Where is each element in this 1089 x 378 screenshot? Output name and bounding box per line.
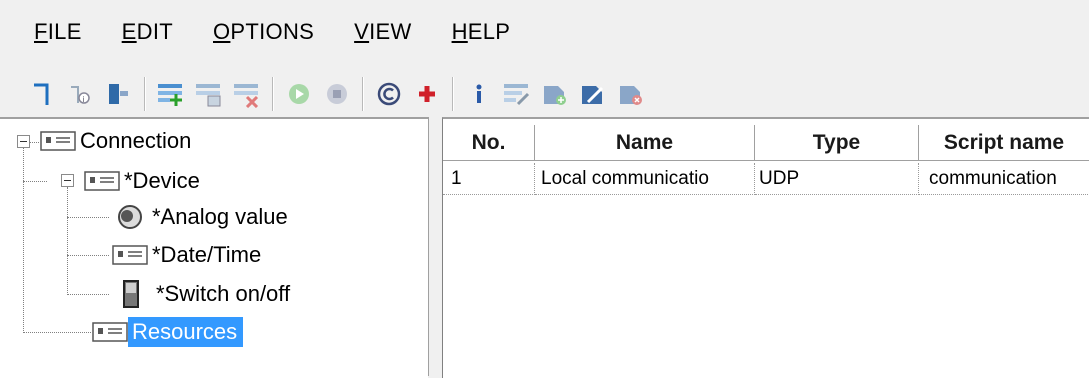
tree-item-device[interactable]: *Device (84, 163, 206, 199)
toolbar: i (0, 72, 1089, 116)
menu-options-label: PTIONS (230, 19, 315, 44)
analog-value-icon (118, 205, 142, 229)
start-icon[interactable] (282, 77, 316, 111)
import-icon[interactable] (102, 77, 136, 111)
tree-connector (67, 187, 68, 295)
add-item-icon[interactable] (538, 77, 572, 111)
collapse-device-icon[interactable] (61, 174, 74, 187)
menu-edit-accel: E (121, 19, 137, 44)
menu-file[interactable]: FILE (30, 19, 86, 45)
cell-type[interactable]: UDP (755, 163, 919, 195)
toolbar-separator (452, 77, 454, 111)
panel-splitter[interactable] (428, 117, 443, 376)
tree-label: *Analog value (152, 204, 288, 229)
tree-item-date-time[interactable]: *Date/Time (112, 237, 267, 273)
copy-row-icon[interactable] (192, 77, 226, 111)
properties-icon[interactable]: i (64, 77, 98, 111)
menu-help-label: ELP (467, 19, 511, 44)
tree-label-selected: Resources (128, 317, 244, 347)
menu-edit[interactable]: EDIT (118, 19, 177, 45)
column-header-type[interactable]: Type (755, 125, 919, 161)
tree-connector (23, 181, 47, 182)
menu-file-label: ILE (47, 19, 82, 44)
tree-connector (67, 294, 109, 295)
svg-text:i: i (83, 95, 85, 104)
tree-item-connection[interactable]: Connection (40, 123, 197, 159)
menu-help-accel: H (451, 19, 468, 44)
table-row[interactable]: 1 Local communicatio UDP communication (443, 163, 1089, 195)
resources-icon (92, 322, 128, 342)
switch-icon (123, 280, 139, 308)
menu-options[interactable]: OPTIONS (209, 19, 318, 45)
new-icon[interactable] (26, 77, 60, 111)
tree-label: *Device (124, 168, 200, 193)
device-icon (84, 171, 120, 191)
toolbar-separator (362, 77, 364, 111)
tree-label: *Switch on/off (156, 281, 291, 306)
add-icon[interactable] (410, 77, 444, 111)
menu-help[interactable]: HELP (448, 19, 515, 45)
add-row-icon[interactable] (154, 77, 188, 111)
tree-item-analog-value[interactable]: *Analog value (112, 199, 294, 235)
toolbar-separator (144, 77, 146, 111)
info-icon[interactable] (462, 77, 496, 111)
menu-view-accel: V (354, 19, 370, 44)
copyright-icon[interactable] (372, 77, 406, 111)
tree-connector (67, 217, 109, 218)
column-header-no[interactable]: No. (443, 125, 535, 161)
tree-view[interactable]: Connection *Device *Analog value *Date/T… (0, 117, 428, 378)
column-header-script-name[interactable]: Script name (919, 125, 1089, 161)
tree-connector (23, 332, 91, 333)
datetime-icon (112, 245, 148, 265)
tree-item-switch[interactable]: *Switch on/off (112, 276, 296, 312)
tree-label: *Date/Time (152, 242, 262, 267)
edit-list-icon[interactable] (500, 77, 534, 111)
column-header-name[interactable]: Name (535, 125, 755, 161)
menu-file-accel: F (34, 19, 48, 44)
menu-bar: FILE EDIT OPTIONS VIEW HELP (0, 0, 1089, 64)
grid-header: No. Name Type Script name (443, 125, 1089, 161)
stop-icon[interactable] (320, 77, 354, 111)
toolbar-separator (272, 77, 274, 111)
connection-icon (40, 131, 76, 151)
tree-connector (29, 142, 39, 143)
menu-options-accel: O (213, 19, 231, 44)
tree-connector (67, 255, 109, 256)
cell-name[interactable]: Local communicatio (535, 163, 755, 195)
menu-edit-label: DIT (136, 19, 173, 44)
tree-label: Connection (80, 128, 192, 153)
data-grid[interactable]: No. Name Type Script name 1 Local commun… (442, 117, 1089, 378)
cell-script-name[interactable]: communication (919, 163, 1089, 195)
remove-item-icon[interactable] (614, 77, 648, 111)
delete-row-icon[interactable] (230, 77, 264, 111)
collapse-connection-icon[interactable] (17, 135, 30, 148)
tree-connector (23, 147, 24, 333)
cell-no[interactable]: 1 (443, 163, 535, 195)
edit-item-icon[interactable] (576, 77, 610, 111)
menu-view[interactable]: VIEW (350, 19, 415, 45)
menu-view-label: IEW (369, 19, 412, 44)
tree-item-resources[interactable]: Resources (92, 314, 244, 350)
